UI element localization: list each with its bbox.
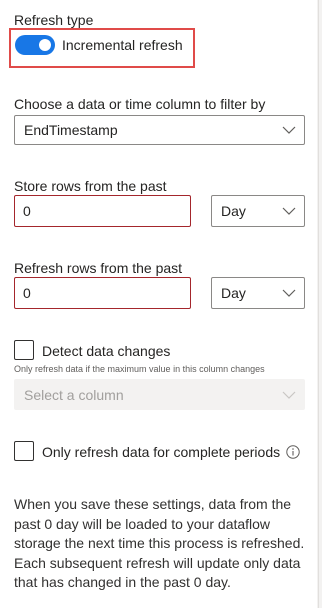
store-rows-unit-select[interactable]: Day (211, 195, 305, 227)
chevron-down-icon (282, 289, 296, 297)
refresh-type-heading: Refresh type (14, 12, 94, 28)
incremental-refresh-toggle[interactable] (15, 35, 55, 55)
store-rows-value: 0 (23, 203, 31, 219)
detect-changes-hint: Only refresh data if the maximum value i… (14, 364, 265, 374)
chevron-down-icon (282, 391, 296, 399)
filter-column-select[interactable]: EndTimestamp (14, 115, 305, 145)
chevron-down-icon (282, 126, 296, 134)
detect-changes-label: Detect data changes (42, 343, 171, 359)
info-icon[interactable] (286, 445, 300, 459)
store-rows-unit-value: Day (221, 203, 246, 219)
store-rows-label: Store rows from the past (14, 178, 167, 194)
detect-changes-checkbox[interactable] (14, 340, 34, 360)
scrollbar-track[interactable] (317, 0, 322, 608)
refresh-rows-value: 0 (23, 285, 31, 301)
filter-column-value: EndTimestamp (24, 122, 118, 138)
refresh-rows-label: Refresh rows from the past (14, 260, 183, 276)
complete-periods-label: Only refresh data for complete periods (42, 444, 281, 460)
filter-column-label: Choose a data or time column to filter b… (14, 96, 266, 112)
complete-periods-checkbox[interactable] (14, 441, 34, 461)
summary-text: When you save these settings, data from … (14, 496, 305, 590)
detect-column-select[interactable]: Select a column (14, 379, 305, 410)
chevron-down-icon (282, 207, 296, 215)
refresh-rows-input[interactable]: 0 (14, 277, 191, 309)
incremental-refresh-label: Incremental refresh (62, 37, 183, 53)
refresh-rows-unit-select[interactable]: Day (211, 277, 305, 309)
store-rows-input[interactable]: 0 (14, 195, 191, 227)
toggle-knob (39, 39, 51, 51)
incremental-refresh-panel: Refresh type Incremental refresh Choose … (0, 0, 322, 608)
detect-column-placeholder: Select a column (24, 386, 124, 403)
refresh-rows-unit-value: Day (221, 285, 246, 301)
